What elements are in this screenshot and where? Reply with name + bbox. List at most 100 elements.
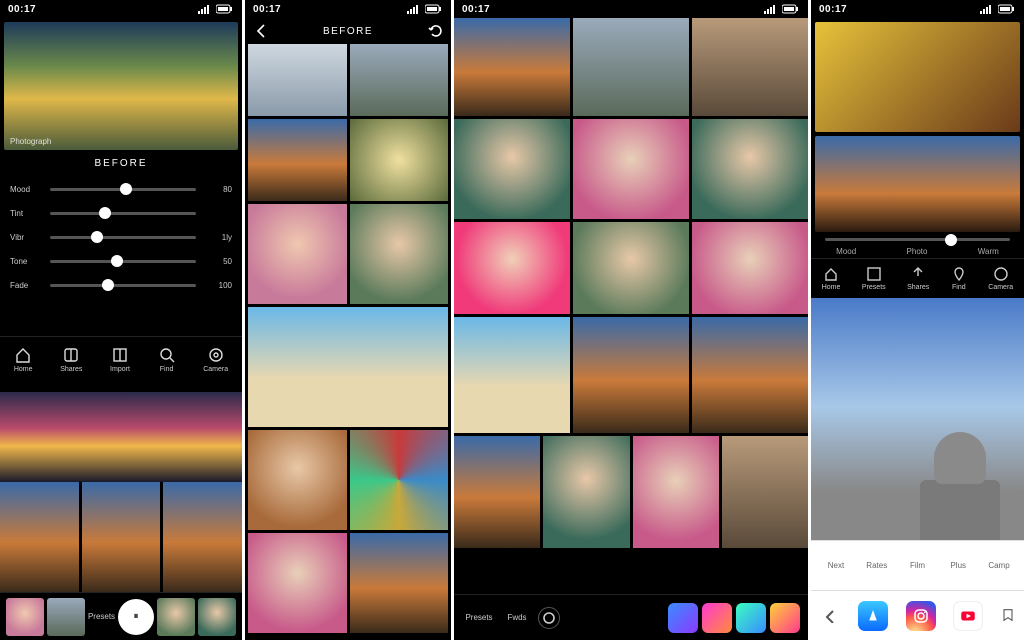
slider-knob[interactable] — [945, 234, 957, 246]
tune-button[interactable] — [538, 607, 560, 629]
nav-presets[interactable]: Presets — [862, 266, 886, 291]
preview-upper[interactable] — [815, 22, 1020, 132]
thumb[interactable] — [692, 119, 808, 219]
thumb[interactable] — [454, 436, 540, 548]
thumb[interactable] — [82, 482, 161, 592]
refresh-button[interactable] — [427, 22, 443, 41]
home-icon — [823, 266, 839, 282]
nav-import[interactable]: Import — [110, 346, 130, 373]
lowbar-label: Next — [819, 561, 853, 570]
preset-thumb[interactable] — [198, 598, 236, 636]
nav-home[interactable]: Home — [822, 266, 841, 291]
filter-button[interactable] — [736, 603, 766, 633]
preset-thumb[interactable] — [47, 598, 85, 636]
filter-button[interactable] — [770, 603, 800, 633]
adjust-labels: Mood Photo Warm — [811, 243, 1024, 258]
thumb[interactable] — [248, 307, 448, 427]
slider-row: Vibr 1ly — [10, 225, 232, 249]
nav-label: Camera — [203, 366, 228, 373]
app-youtube[interactable] — [953, 601, 983, 631]
thumb[interactable] — [0, 392, 242, 482]
slider-panel: Mood 80 Tint Vibr 1ly Tone 50 Fade 100 — [0, 177, 242, 297]
nav-shares[interactable]: Shares — [907, 266, 929, 291]
hero-preview[interactable]: Photograph — [4, 22, 238, 150]
instagram-icon — [912, 607, 930, 625]
thumb[interactable] — [454, 18, 570, 116]
thumb[interactable] — [0, 482, 79, 592]
preset-thumb[interactable] — [157, 598, 195, 636]
thumb[interactable] — [350, 204, 449, 304]
thumb[interactable] — [350, 533, 449, 633]
slider-track[interactable] — [825, 238, 1010, 241]
thumb[interactable] — [692, 317, 808, 433]
slider-track[interactable] — [50, 212, 196, 215]
thumb[interactable] — [722, 436, 808, 548]
nav-bar: Home Shares Import Find Camera — [0, 336, 242, 382]
clock: 00:17 — [253, 4, 281, 15]
thumb[interactable] — [573, 18, 689, 116]
thumb[interactable] — [163, 482, 242, 592]
lowbar-label: Rates — [860, 561, 894, 570]
thumb[interactable] — [573, 317, 689, 433]
app-instagram[interactable] — [906, 601, 936, 631]
page-title: BEFORE — [323, 26, 373, 37]
slider-knob[interactable] — [102, 279, 114, 291]
thumb[interactable] — [248, 204, 347, 304]
nav-find[interactable]: Find — [951, 266, 967, 291]
thumb[interactable] — [543, 436, 629, 548]
thumb[interactable] — [633, 436, 719, 548]
thumb[interactable] — [248, 44, 347, 116]
slider-track[interactable] — [50, 188, 196, 191]
preview-lower[interactable] — [815, 136, 1020, 232]
phone-gallery: 00:17 BEFORE — [245, 0, 451, 640]
thumb[interactable] — [573, 222, 689, 314]
slider-knob[interactable] — [111, 255, 123, 267]
slider-knob[interactable] — [99, 207, 111, 219]
slider-track[interactable] — [50, 284, 196, 287]
prev-button[interactable] — [819, 605, 841, 627]
share-photo[interactable] — [811, 298, 1024, 540]
filter-button[interactable] — [668, 603, 698, 633]
phone-feed: 00:17 — [454, 0, 808, 640]
thumb[interactable] — [454, 317, 570, 433]
slider-track[interactable] — [50, 260, 196, 263]
slider-track[interactable] — [50, 236, 196, 239]
app-appstore[interactable] — [858, 601, 888, 631]
thumb[interactable] — [248, 119, 347, 201]
thumb[interactable] — [692, 18, 808, 116]
filter-button[interactable] — [702, 603, 732, 633]
slider-knob[interactable] — [120, 183, 132, 195]
camera-icon — [993, 266, 1009, 282]
thumb[interactable] — [248, 533, 347, 633]
preset-thumb[interactable] — [6, 598, 44, 636]
thumb[interactable] — [350, 119, 449, 201]
nav-label: Import — [110, 366, 130, 373]
nav-label: Home — [822, 284, 841, 291]
youtube-icon — [959, 607, 977, 625]
slider-knob[interactable] — [91, 231, 103, 243]
thumb[interactable] — [454, 222, 570, 314]
thumb[interactable] — [692, 222, 808, 314]
bottom-label: Fwds — [500, 613, 534, 622]
layers-icon — [111, 346, 129, 364]
clock: 00:17 — [8, 4, 36, 15]
nav-camera[interactable]: Camera — [988, 266, 1013, 291]
chevron-left-icon — [823, 609, 837, 623]
nav-home[interactable]: Home — [14, 346, 33, 373]
nav-shares[interactable]: Shares — [60, 346, 82, 373]
thumb[interactable] — [454, 119, 570, 219]
bookmark-button[interactable] — [1000, 607, 1016, 625]
nav-find[interactable]: Find — [158, 346, 176, 373]
back-button[interactable] — [253, 22, 269, 41]
thumb[interactable] — [573, 119, 689, 219]
nav-label: Shares — [60, 366, 82, 373]
thumb[interactable] — [248, 430, 347, 530]
capture-button[interactable]: ⏸ — [118, 599, 154, 635]
bottom-bar: Presets Fwds — [454, 594, 808, 640]
bookmark-icon — [1000, 607, 1016, 623]
thumb[interactable] — [350, 430, 449, 530]
slider-value: 80 — [204, 185, 232, 194]
thumb[interactable] — [350, 44, 449, 116]
nav-label: Find — [160, 366, 174, 373]
nav-camera[interactable]: Camera — [203, 346, 228, 373]
